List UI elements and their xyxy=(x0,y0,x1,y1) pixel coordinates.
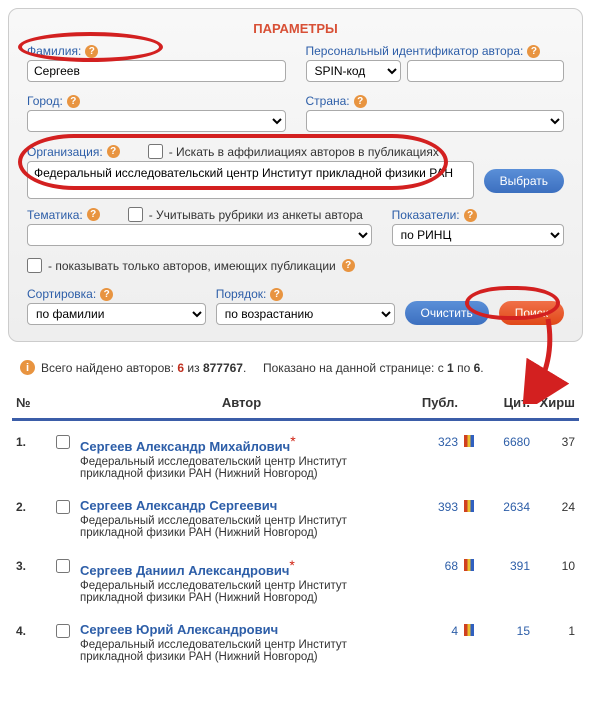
index-select[interactable]: по РИНЦ xyxy=(392,224,564,246)
results-summary: i Всего найдено авторов: 6 из 877767. По… xyxy=(0,350,591,387)
sort-select[interactable]: по фамилии xyxy=(27,303,206,325)
cit-count[interactable]: 15 xyxy=(480,622,530,638)
bar-icon[interactable] xyxy=(464,624,474,636)
table-row: 3. Сергеев Даниил Александрович* Федеральн… xyxy=(12,545,579,610)
org-affil-label: - Искать в аффилиациях авторов в публика… xyxy=(169,145,439,159)
row-checkbox[interactable] xyxy=(56,435,70,449)
table-row: 2. Сергеев Александр Сергеевич Федеральный… xyxy=(12,486,579,545)
help-icon[interactable]: ? xyxy=(342,259,355,272)
panel-title: ПАРАМЕТРЫ xyxy=(27,21,564,36)
org-affil-checkbox[interactable] xyxy=(148,144,163,159)
only-pub-label: - показывать только авторов, имеющих пуб… xyxy=(48,259,336,273)
surname-label: Фамилия: xyxy=(27,44,81,58)
table-header: № Автор Публ. Цит. Хирш xyxy=(12,387,579,421)
clear-button[interactable]: Очистить xyxy=(405,301,489,325)
surname-input[interactable] xyxy=(27,60,286,82)
select-button[interactable]: Выбрать xyxy=(484,169,564,193)
author-link[interactable]: Сергеев Александр Сергеевич xyxy=(80,498,277,513)
col-num: № xyxy=(16,395,56,410)
index-label: Показатели: xyxy=(392,208,460,222)
col-author: Автор xyxy=(80,395,403,410)
help-icon[interactable]: ? xyxy=(270,288,283,301)
row-number: 3. xyxy=(16,557,56,573)
org-textarea[interactable]: Федеральный исследовательский центр Инст… xyxy=(27,161,474,199)
cit-count[interactable]: 6680 xyxy=(480,433,530,449)
row-checkbox[interactable] xyxy=(56,624,70,638)
country-select[interactable] xyxy=(306,110,565,132)
bar-icon[interactable] xyxy=(464,559,474,571)
col-hirsh: Хирш xyxy=(530,395,575,410)
row-number: 4. xyxy=(16,622,56,638)
bar-icon[interactable] xyxy=(464,500,474,512)
help-icon[interactable]: ? xyxy=(354,95,367,108)
city-select[interactable] xyxy=(27,110,286,132)
pid-value-input[interactable] xyxy=(407,60,565,82)
pid-type-select[interactable]: SPIN-код xyxy=(306,60,401,82)
publ-count[interactable]: 323 xyxy=(403,433,458,449)
col-publ: Публ. xyxy=(403,395,458,410)
affiliation-text: Федеральный исследовательский центр Инст… xyxy=(80,639,403,663)
city-label: Город: xyxy=(27,94,63,108)
country-label: Страна: xyxy=(306,94,350,108)
org-label: Организация: xyxy=(27,145,103,159)
help-icon[interactable]: ? xyxy=(85,45,98,58)
cit-count[interactable]: 391 xyxy=(480,557,530,573)
hirsh-value: 1 xyxy=(530,622,575,638)
publ-count[interactable]: 393 xyxy=(403,498,458,514)
hirsh-value: 37 xyxy=(530,433,575,449)
sort-label: Сортировка: xyxy=(27,287,96,301)
affiliation-text: Федеральный исследовательский центр Инст… xyxy=(80,515,403,539)
results-table: № Автор Публ. Цит. Хирш 1. Сергеев Алекса… xyxy=(0,387,591,669)
help-icon[interactable]: ? xyxy=(464,209,477,222)
publ-count[interactable]: 4 xyxy=(403,622,458,638)
theme-check-label: - Учитывать рубрики из анкеты автора xyxy=(149,208,363,222)
affiliation-text: Федеральный исследовательский центр Инст… xyxy=(80,580,403,604)
author-link[interactable]: Сергеев Юрий Александрович xyxy=(80,622,278,637)
search-button[interactable]: Поиск xyxy=(499,301,564,325)
row-checkbox[interactable] xyxy=(56,500,70,514)
table-row: 4. Сергеев Юрий Александрович Федеральный … xyxy=(12,610,579,669)
affiliation-text: Федеральный исследовательский центр Инст… xyxy=(80,456,403,480)
order-select[interactable]: по возрастанию xyxy=(216,303,395,325)
params-panel: ПАРАМЕТРЫ Фамилия: ? Персональный иденти… xyxy=(8,8,583,342)
help-icon[interactable]: ? xyxy=(107,145,120,158)
author-link[interactable]: Сергеев Даниил Александрович xyxy=(80,563,289,578)
help-icon[interactable]: ? xyxy=(67,95,80,108)
info-icon: i xyxy=(20,360,35,375)
bar-icon[interactable] xyxy=(464,435,474,447)
star-icon: * xyxy=(289,557,294,573)
theme-select[interactable] xyxy=(27,224,372,246)
theme-label: Тематика: xyxy=(27,208,83,222)
publ-count[interactable]: 68 xyxy=(403,557,458,573)
only-pub-checkbox[interactable] xyxy=(27,258,42,273)
star-icon: * xyxy=(290,433,295,449)
table-row: 1. Сергеев Александр Михайлович* Федеральн… xyxy=(12,421,579,486)
row-number: 2. xyxy=(16,498,56,514)
col-cit: Цит. xyxy=(480,395,530,410)
author-link[interactable]: Сергеев Александр Михайлович xyxy=(80,439,290,454)
order-label: Порядок: xyxy=(216,287,267,301)
hirsh-value: 24 xyxy=(530,498,575,514)
hirsh-value: 10 xyxy=(530,557,575,573)
help-icon[interactable]: ? xyxy=(527,45,540,58)
cit-count[interactable]: 2634 xyxy=(480,498,530,514)
help-icon[interactable]: ? xyxy=(87,208,100,221)
row-number: 1. xyxy=(16,433,56,449)
theme-checkbox[interactable] xyxy=(128,207,143,222)
pid-label: Персональный идентификатор автора: xyxy=(306,44,524,58)
row-checkbox[interactable] xyxy=(56,559,70,573)
help-icon[interactable]: ? xyxy=(100,288,113,301)
